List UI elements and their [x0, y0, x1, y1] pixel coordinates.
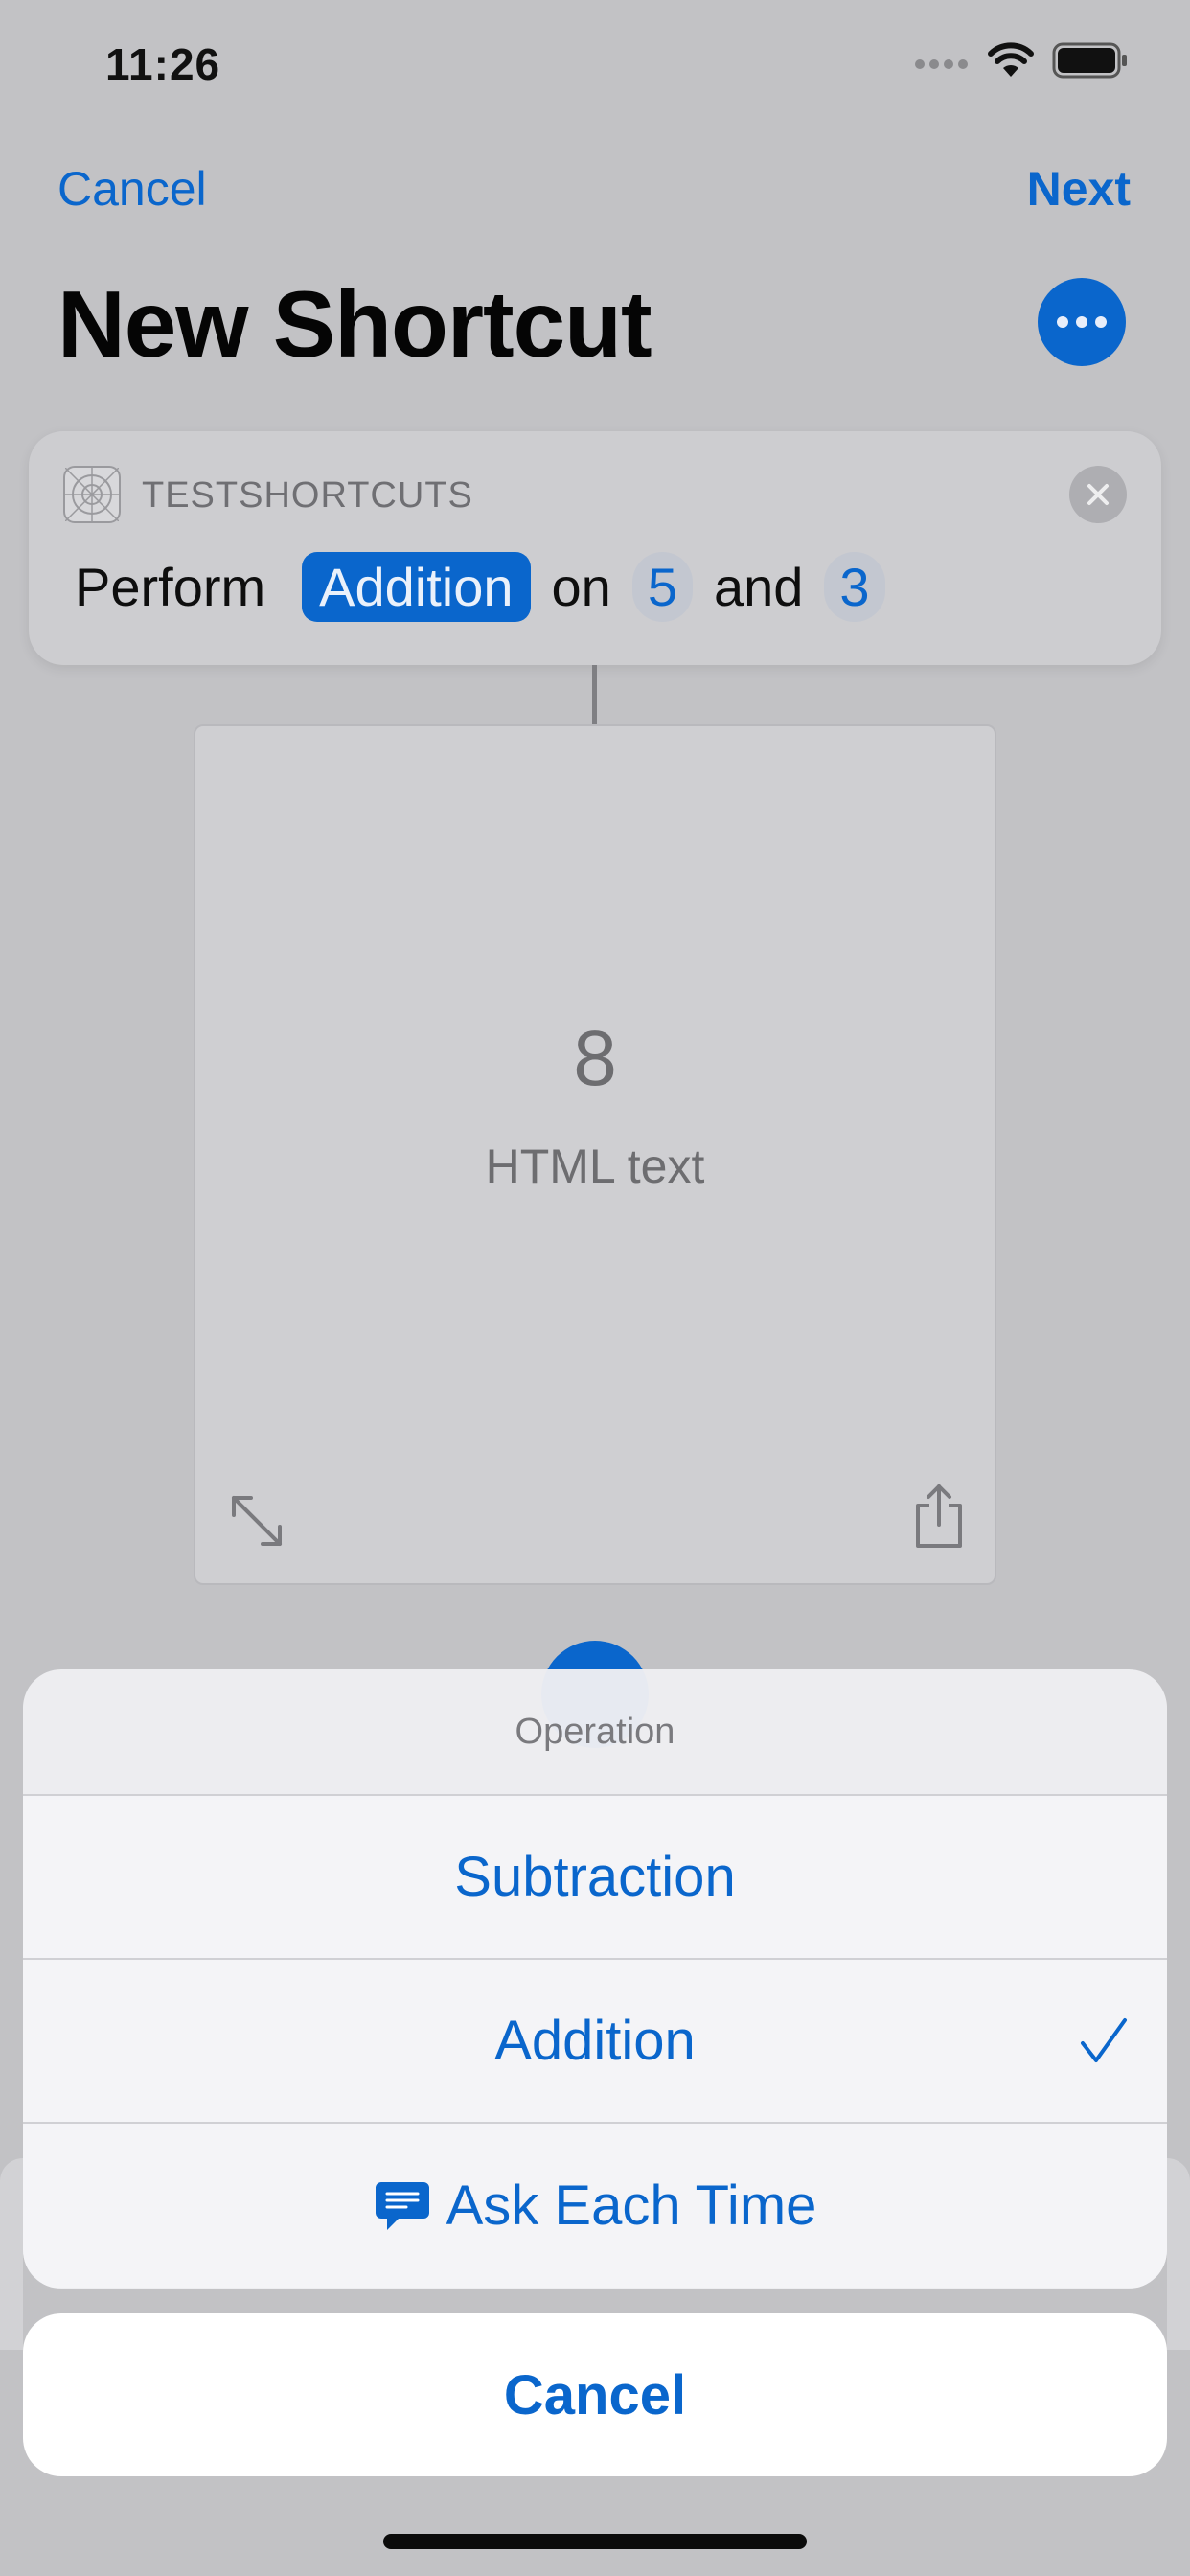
status-bar: 11:26: [0, 0, 1190, 126]
option-subtraction[interactable]: Subtraction: [23, 1796, 1167, 1960]
action-verb: Perform: [75, 557, 266, 617]
option-ask-each-time[interactable]: Ask Each Time: [23, 2124, 1167, 2288]
ellipsis-dot: [1095, 316, 1107, 328]
flow-connector: [592, 665, 597, 724]
app-icon: [63, 466, 121, 523]
battery-icon: [1052, 42, 1129, 83]
underlying-panel-edge: [0, 2158, 23, 2350]
remove-action-button[interactable]: [1069, 466, 1127, 523]
status-icons: [914, 42, 1129, 83]
result-type: HTML text: [485, 1139, 705, 1193]
operand-a-token[interactable]: 5: [631, 552, 693, 622]
status-time: 11:26: [105, 39, 221, 89]
cellular-signal-icon: [914, 51, 970, 75]
operation-action-sheet: Operation Subtraction Addition Ask Each …: [23, 1669, 1167, 2288]
result-value: 8: [573, 1015, 617, 1102]
option-addition[interactable]: Addition: [23, 1960, 1167, 2124]
option-label: Ask Each Time: [446, 2174, 817, 2237]
app-name: TESTSHORTCUTS: [142, 475, 473, 516]
ellipsis-dot: [1076, 316, 1087, 328]
close-icon: [1087, 484, 1109, 505]
option-label: Addition: [494, 2010, 696, 2072]
more-options-button[interactable]: [1038, 278, 1126, 366]
ellipsis-icon: [1057, 316, 1068, 328]
sheet-title: Operation: [23, 1669, 1167, 1796]
underlying-panel-edge: [1167, 2158, 1190, 2350]
option-label: Subtraction: [454, 1846, 736, 1908]
operand-b-token[interactable]: 3: [824, 552, 885, 622]
result-preview-card: 8 HTML text: [194, 724, 996, 1585]
sheet-cancel-button[interactable]: Cancel: [23, 2313, 1167, 2476]
word-and: and: [713, 557, 804, 617]
speech-bubble-icon: [374, 2178, 431, 2234]
cancel-button[interactable]: Cancel: [57, 161, 207, 217]
next-button[interactable]: Next: [1027, 161, 1131, 217]
home-indicator: [383, 2534, 807, 2549]
action-card[interactable]: TESTSHORTCUTS Perform Addition on 5 and …: [29, 431, 1161, 665]
checkmark-icon: [1077, 2014, 1131, 2082]
wifi-icon: [987, 42, 1035, 83]
expand-icon[interactable]: [226, 1490, 287, 1556]
word-on: on: [551, 557, 611, 617]
operation-token[interactable]: Addition: [302, 552, 531, 622]
share-icon[interactable]: [910, 1483, 968, 1554]
page-title: New Shortcut: [57, 271, 652, 377]
action-sentence: Perform Addition on 5 and 3: [75, 552, 906, 622]
